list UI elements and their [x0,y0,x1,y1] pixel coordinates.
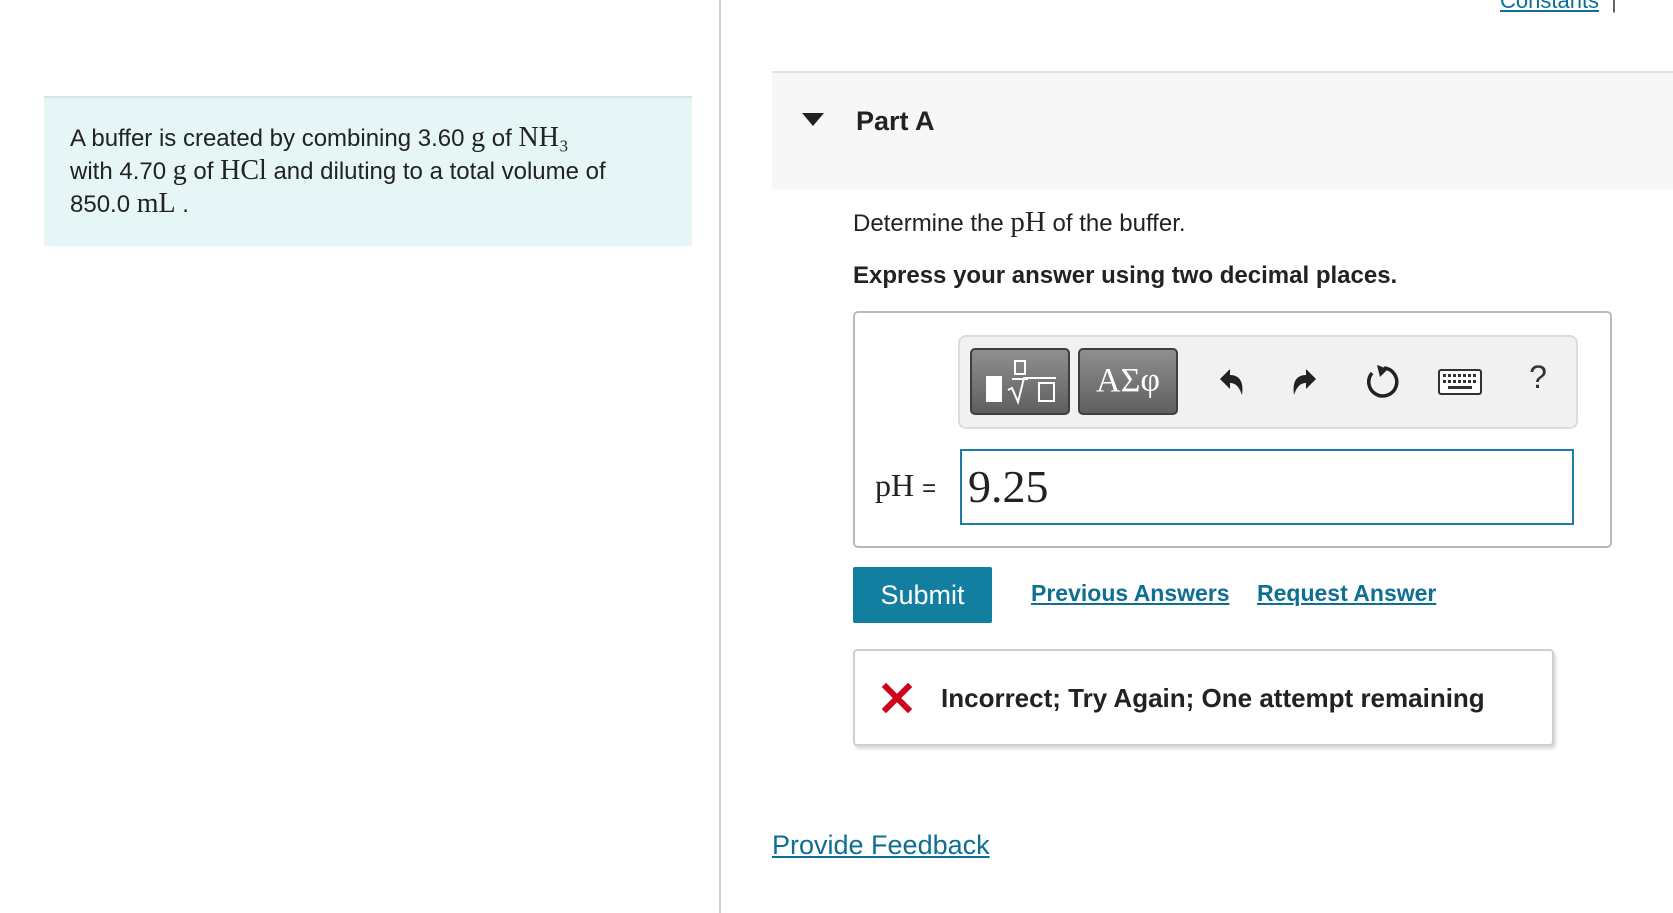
collapse-caret-icon[interactable] [802,113,824,126]
templates-button[interactable] [970,348,1070,415]
problem-text-6: 850.0 [70,191,137,218]
top-links: Constants | [1500,0,1629,14]
question-text: Determine the pH of the buffer. [853,206,1186,239]
incorrect-x-icon [882,683,912,713]
formula-nh3: NH₃ [518,122,569,153]
problem-text-2: of [485,125,519,152]
unit-grams-1: g [471,122,486,153]
previous-answers-link[interactable]: Previous Answers [1031,580,1230,607]
help-button[interactable]: ? [1518,359,1558,399]
templates-icon [986,360,1056,406]
part-a-header[interactable]: Part A [772,71,1673,189]
constants-link[interactable]: Constants [1500,0,1599,13]
redo-icon[interactable] [1286,361,1326,401]
submit-button[interactable]: Submit [853,567,992,623]
question-text-post: of the buffer. [1045,210,1186,237]
math-toolbar: ΑΣφ ? [958,335,1578,429]
greek-symbols-button[interactable]: ΑΣφ [1078,348,1178,415]
question-text-pre: Determine the [853,210,1011,237]
problem-text-7: . [175,191,189,218]
provide-feedback-link[interactable]: Provide Feedback [772,830,990,861]
problem-text-3: with 4.70 [70,158,173,185]
feedback-message-box: Incorrect; Try Again; One attempt remain… [853,649,1554,746]
part-title: Part A [856,106,935,136]
keyboard-icon[interactable] [1438,369,1482,395]
feedback-message: Incorrect; Try Again; One attempt remain… [941,683,1485,713]
answer-variable: pH [875,467,915,503]
pane-divider[interactable] [719,0,721,913]
answer-equals: = [922,475,937,502]
undo-icon[interactable] [1210,361,1250,401]
unit-ml: mL [136,188,176,219]
problem-text-4: of [186,158,221,185]
request-answer-link[interactable]: Request Answer [1257,580,1436,607]
unit-grams-2: g [172,155,187,186]
problem-text-5: and diluting to a total volume of [266,158,606,185]
formula-hcl: HCl [220,155,267,186]
problem-text-1: A buffer is created by combining 3.60 [70,125,472,152]
question-ph: pH [1010,206,1046,238]
reset-icon[interactable] [1362,361,1402,401]
answer-box: ΑΣφ ? pH = 9.25 [853,311,1612,548]
problem-statement: A buffer is created by combining 3.60 g … [44,96,692,246]
answer-input[interactable]: 9.25 [960,449,1574,525]
answer-label: pH = [875,467,936,504]
link-separator: | [1611,0,1617,13]
instruction-text: Express your answer using two decimal pl… [853,262,1398,289]
